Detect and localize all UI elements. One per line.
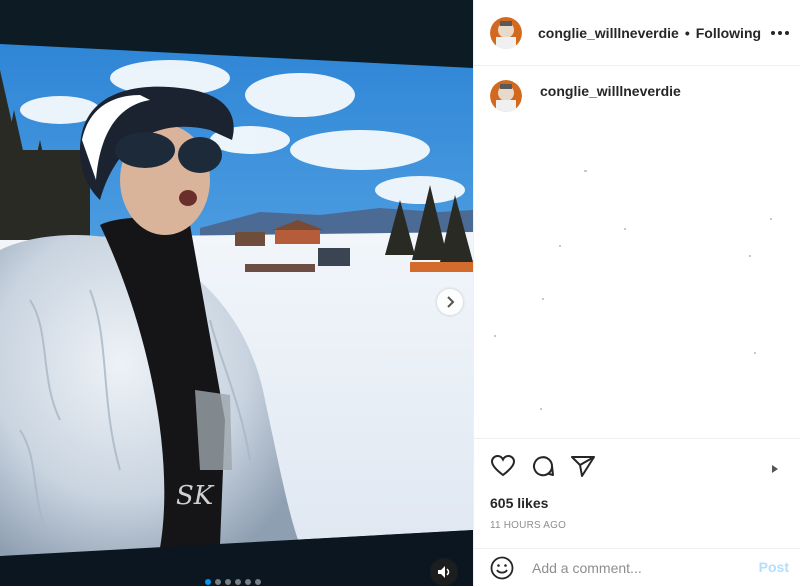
post-media[interactable]: SK	[0, 0, 473, 586]
chevron-right-icon	[447, 296, 455, 308]
carousel-dot	[255, 579, 261, 585]
username-link[interactable]: conglie_willlneverdie	[538, 25, 679, 41]
sound-toggle-button[interactable]	[430, 558, 458, 586]
carousel-dot	[215, 579, 221, 585]
caption: conglie_willlneverdie	[490, 80, 681, 112]
like-count[interactable]: 605 likes	[490, 495, 548, 511]
video-frame	[0, 0, 473, 586]
action-icons	[490, 453, 596, 479]
save-icon[interactable]	[765, 459, 785, 479]
carousel-dot	[205, 579, 211, 585]
emoji-icon[interactable]	[490, 556, 514, 580]
more-options-icon[interactable]	[771, 24, 789, 42]
separator: •	[684, 24, 690, 41]
avatar[interactable]	[490, 16, 522, 49]
carousel-dot	[225, 579, 231, 585]
post-details-panel: conglie_willlneverdie • Following congli…	[473, 0, 800, 586]
avatar-image	[490, 16, 522, 49]
svg-text:SK: SK	[176, 481, 215, 511]
heart-icon[interactable]	[490, 453, 516, 479]
carousel-dot	[245, 579, 251, 585]
comment-icon[interactable]	[530, 453, 556, 479]
avatar-image	[490, 80, 522, 112]
caption-username[interactable]: conglie_willlneverdie	[540, 83, 681, 99]
post-comment-button[interactable]: Post	[759, 559, 789, 575]
watermark-logo: SK	[176, 481, 215, 511]
post-actions: 605 likes 11 HOURS AGO	[474, 438, 800, 549]
post-timestamp[interactable]: 11 HOURS AGO	[490, 520, 566, 531]
next-slide-button[interactable]	[437, 289, 463, 315]
avatar[interactable]	[490, 80, 522, 112]
carousel-indicator	[205, 579, 261, 585]
speaker-icon	[438, 566, 450, 578]
comment-input[interactable]	[530, 559, 754, 577]
share-icon[interactable]	[570, 453, 596, 479]
carousel-dot	[235, 579, 241, 585]
following-button[interactable]: Following	[696, 25, 761, 41]
post-header: conglie_willlneverdie • Following	[474, 0, 800, 66]
comment-bar: Post	[474, 548, 800, 587]
